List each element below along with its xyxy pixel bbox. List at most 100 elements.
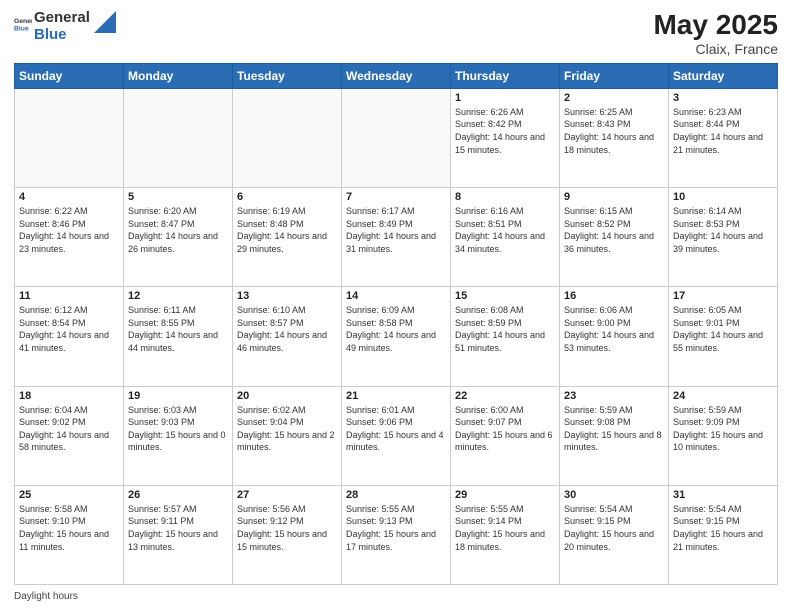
title-block: May 2025 Claix, France (653, 10, 778, 57)
day-number: 29 (455, 489, 555, 501)
header: General Blue General Blue May 2025 Claix… (14, 10, 778, 57)
day-number: 1 (455, 92, 555, 104)
day-info: Sunrise: 5:59 AMSunset: 9:09 PMDaylight:… (673, 404, 773, 454)
calendar-cell: 31 Sunrise: 5:54 AMSunset: 9:15 PMDayligh… (669, 485, 778, 584)
day-number: 26 (128, 489, 228, 501)
calendar-cell: 25 Sunrise: 5:58 AMSunset: 9:10 PMDayligh… (15, 485, 124, 584)
calendar-week-row: 11 Sunrise: 6:12 AMSunset: 8:54 PMDayligh… (15, 287, 778, 386)
svg-text:General: General (14, 18, 32, 25)
day-number: 3 (673, 92, 773, 104)
calendar-cell: 14Sunrise: 6:09 AMSunset: 8:58 PMDayligh… (342, 287, 451, 386)
svg-text:Blue: Blue (14, 25, 29, 32)
day-number: 16 (564, 290, 664, 302)
day-number: 23 (564, 390, 664, 402)
calendar-cell: 24 Sunrise: 5:59 AMSunset: 9:09 PMDayligh… (669, 386, 778, 485)
day-info: Sunrise: 5:56 AMSunset: 9:12 PMDaylight:… (237, 503, 337, 553)
day-info: Sunrise: 6:10 AMSunset: 8:57 PMDaylight:… (237, 304, 337, 354)
day-info: Sunrise: 6:23 AMSunset: 8:44 PMDaylight:… (673, 106, 773, 156)
day-info: Sunrise: 5:57 AMSunset: 9:11 PMDaylight:… (128, 503, 228, 553)
calendar-cell: 3 Sunrise: 6:23 AMSunset: 8:44 PMDaylight… (669, 88, 778, 187)
calendar-cell: 12Sunrise: 6:11 AMSunset: 8:55 PMDayligh… (124, 287, 233, 386)
day-number: 27 (237, 489, 337, 501)
day-info: Sunrise: 6:16 AMSunset: 8:51 PMDaylight:… (455, 205, 555, 255)
calendar-header-thursday: Thursday (451, 63, 560, 88)
calendar-cell: 20 Sunrise: 6:02 AMSunset: 9:04 PMDayligh… (233, 386, 342, 485)
calendar-cell: 22 Sunrise: 6:00 AMSunset: 9:07 PMDayligh… (451, 386, 560, 485)
day-info: Sunrise: 6:11 AMSunset: 8:55 PMDaylight:… (128, 304, 228, 354)
calendar-header-monday: Monday (124, 63, 233, 88)
calendar-cell: 10Sunrise: 6:14 AMSunset: 8:53 PMDayligh… (669, 188, 778, 287)
day-number: 28 (346, 489, 446, 501)
calendar-cell: 4 Sunrise: 6:22 AMSunset: 8:46 PMDaylight… (15, 188, 124, 287)
day-info: Sunrise: 6:05 AMSunset: 9:01 PMDaylight:… (673, 304, 773, 354)
calendar-cell: 29Sunrise: 5:55 AMSunset: 9:14 PMDayligh… (451, 485, 560, 584)
calendar-cell: 15Sunrise: 6:08 AMSunset: 8:59 PMDayligh… (451, 287, 560, 386)
logo-general-text: General (34, 10, 90, 27)
calendar-cell: 30Sunrise: 5:54 AMSunset: 9:15 PMDayligh… (560, 485, 669, 584)
calendar-week-row: 25 Sunrise: 5:58 AMSunset: 9:10 PMDayligh… (15, 485, 778, 584)
calendar-cell: 11 Sunrise: 6:12 AMSunset: 8:54 PMDayligh… (15, 287, 124, 386)
day-number: 6 (237, 191, 337, 203)
day-number: 5 (128, 191, 228, 203)
day-info: Sunrise: 5:58 AMSunset: 9:10 PMDaylight:… (19, 503, 119, 553)
day-info: Sunrise: 6:19 AMSunset: 8:48 PMDaylight:… (237, 205, 337, 255)
day-number: 31 (673, 489, 773, 501)
day-number: 19 (128, 390, 228, 402)
day-number: 20 (237, 390, 337, 402)
day-number: 25 (19, 489, 119, 501)
calendar-cell: 17Sunrise: 6:05 AMSunset: 9:01 PMDayligh… (669, 287, 778, 386)
calendar-header-wednesday: Wednesday (342, 63, 451, 88)
calendar-cell: 2 Sunrise: 6:25 AMSunset: 8:43 PMDaylight… (560, 88, 669, 187)
title-location: Claix, France (653, 41, 778, 57)
day-info: Sunrise: 6:03 AMSunset: 9:03 PMDaylight:… (128, 404, 228, 454)
day-info: Sunrise: 6:22 AMSunset: 8:46 PMDaylight:… (19, 205, 119, 255)
logo-triangle-icon (94, 11, 116, 33)
calendar-cell: 21Sunrise: 6:01 AMSunset: 9:06 PMDayligh… (342, 386, 451, 485)
calendar-cell: 26 Sunrise: 5:57 AMSunset: 9:11 PMDayligh… (124, 485, 233, 584)
day-number: 2 (564, 92, 664, 104)
day-info: Sunrise: 6:00 AMSunset: 9:07 PMDaylight:… (455, 404, 555, 454)
day-number: 24 (673, 390, 773, 402)
day-number: 7 (346, 191, 446, 203)
day-info: Sunrise: 5:55 AMSunset: 9:13 PMDaylight:… (346, 503, 446, 553)
day-number: 9 (564, 191, 664, 203)
day-info: Sunrise: 6:20 AMSunset: 8:47 PMDaylight:… (128, 205, 228, 255)
day-info: Sunrise: 5:59 AMSunset: 9:08 PMDaylight:… (564, 404, 664, 454)
calendar-cell: 8 Sunrise: 6:16 AMSunset: 8:51 PMDaylight… (451, 188, 560, 287)
day-number: 11 (19, 290, 119, 302)
calendar-cell: 5 Sunrise: 6:20 AMSunset: 8:47 PMDaylight… (124, 188, 233, 287)
logo-icon: General Blue (14, 15, 32, 33)
day-number: 8 (455, 191, 555, 203)
day-number: 21 (346, 390, 446, 402)
day-info: Sunrise: 6:06 AMSunset: 9:00 PMDaylight:… (564, 304, 664, 354)
calendar-cell (124, 88, 233, 187)
day-info: Sunrise: 6:17 AMSunset: 8:49 PMDaylight:… (346, 205, 446, 255)
calendar-cell: 19 Sunrise: 6:03 AMSunset: 9:03 PMDayligh… (124, 386, 233, 485)
day-info: Sunrise: 6:02 AMSunset: 9:04 PMDaylight:… (237, 404, 337, 454)
calendar-week-row: 18Sunrise: 6:04 AMSunset: 9:02 PMDayligh… (15, 386, 778, 485)
title-month: May 2025 (653, 10, 778, 41)
day-info: Sunrise: 6:25 AMSunset: 8:43 PMDaylight:… (564, 106, 664, 156)
calendar-table: SundayMondayTuesdayWednesdayThursdayFrid… (14, 63, 778, 585)
calendar-cell (233, 88, 342, 187)
page: General Blue General Blue May 2025 Claix… (0, 0, 792, 612)
day-info: Sunrise: 6:08 AMSunset: 8:59 PMDaylight:… (455, 304, 555, 354)
calendar-cell: 18Sunrise: 6:04 AMSunset: 9:02 PMDayligh… (15, 386, 124, 485)
day-info: Sunrise: 6:26 AMSunset: 8:42 PMDaylight:… (455, 106, 555, 156)
day-info: Sunrise: 6:15 AMSunset: 8:52 PMDaylight:… (564, 205, 664, 255)
day-number: 4 (19, 191, 119, 203)
calendar-cell (342, 88, 451, 187)
day-number: 13 (237, 290, 337, 302)
day-number: 14 (346, 290, 446, 302)
calendar-header-friday: Friday (560, 63, 669, 88)
day-number: 22 (455, 390, 555, 402)
calendar-week-row: 1 Sunrise: 6:26 AMSunset: 8:42 PMDaylight… (15, 88, 778, 187)
day-info: Sunrise: 6:04 AMSunset: 9:02 PMDaylight:… (19, 404, 119, 454)
calendar-cell: 7 Sunrise: 6:17 AMSunset: 8:49 PMDaylight… (342, 188, 451, 287)
calendar-header-tuesday: Tuesday (233, 63, 342, 88)
day-info: Sunrise: 6:12 AMSunset: 8:54 PMDaylight:… (19, 304, 119, 354)
day-number: 30 (564, 489, 664, 501)
calendar-cell: 27 Sunrise: 5:56 AMSunset: 9:12 PMDayligh… (233, 485, 342, 584)
calendar-cell: 6 Sunrise: 6:19 AMSunset: 8:48 PMDaylight… (233, 188, 342, 287)
day-info: Sunrise: 5:54 AMSunset: 9:15 PMDaylight:… (673, 503, 773, 553)
